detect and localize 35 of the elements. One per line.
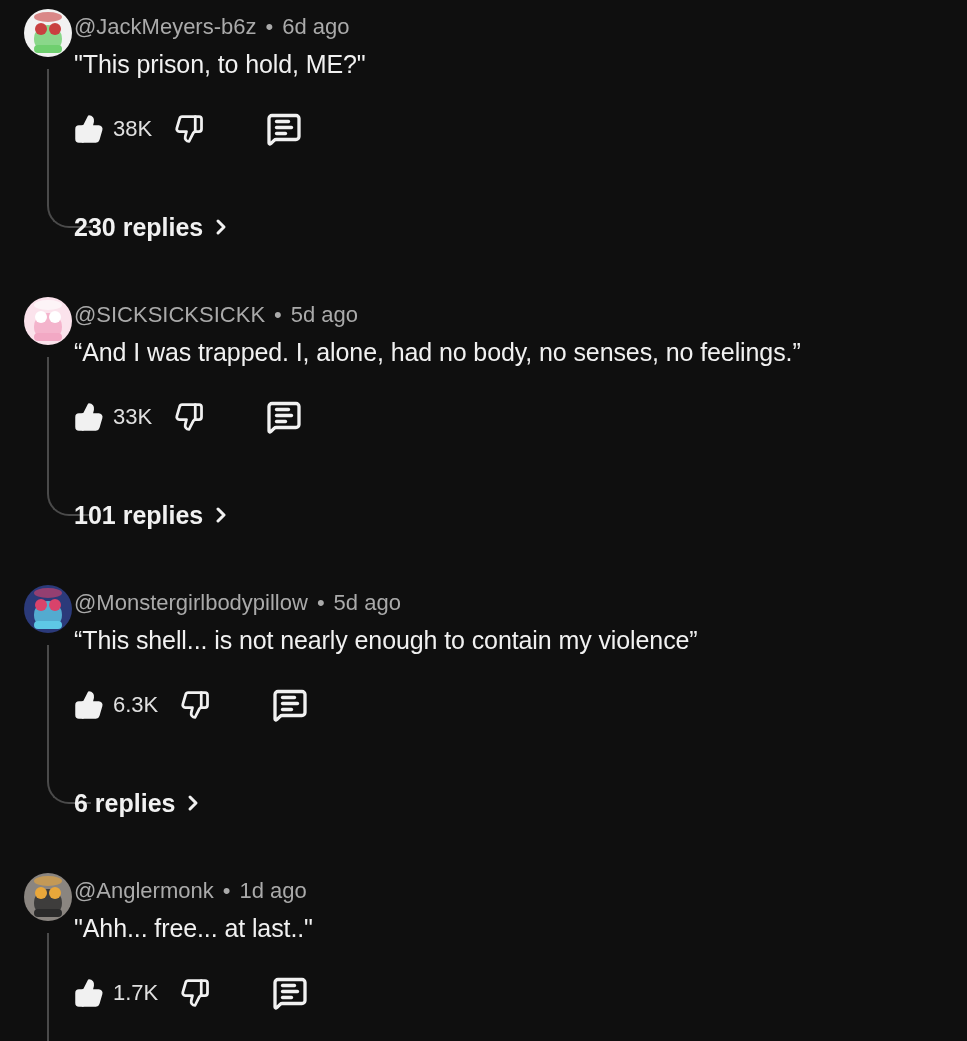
like-count: 1.7K bbox=[113, 980, 159, 1006]
comment-time: 6d ago bbox=[282, 14, 350, 40]
like-button[interactable] bbox=[74, 114, 104, 144]
reply-button[interactable] bbox=[266, 399, 303, 435]
comment-text: “This shell... is not nearly enough to contain my violence” bbox=[74, 624, 699, 656]
like-count: 38K bbox=[113, 116, 153, 142]
comment-author[interactable]: @JackMeyers-b6z bbox=[74, 14, 257, 40]
separator-dot: • bbox=[265, 14, 274, 40]
comment-time: 5d ago bbox=[333, 590, 401, 616]
comment-text: "This prison, to hold, ME?" bbox=[74, 48, 367, 80]
dislike-button[interactable] bbox=[180, 690, 211, 720]
separator-dot: • bbox=[274, 302, 282, 328]
separator-dot: • bbox=[316, 590, 325, 616]
comment-author[interactable]: @SICKSICKSICKK bbox=[74, 302, 266, 328]
reply-button[interactable] bbox=[272, 975, 309, 1011]
dislike-button[interactable] bbox=[174, 114, 205, 144]
comment-text: “And I was trapped. I, alone, had no body, no senses, no feelings.” bbox=[74, 336, 802, 368]
like-button[interactable] bbox=[74, 978, 104, 1008]
like-button[interactable] bbox=[74, 402, 104, 432]
like-button[interactable] bbox=[74, 690, 104, 720]
comment-time: 5d ago bbox=[290, 302, 359, 328]
dislike-button[interactable] bbox=[180, 978, 211, 1008]
dislike-button[interactable] bbox=[174, 402, 205, 432]
replies-link[interactable]: 230 replies bbox=[74, 207, 234, 247]
comment-author[interactable]: @Monstergirlbodypillow bbox=[74, 590, 308, 616]
reply-button[interactable] bbox=[272, 687, 309, 723]
separator-dot: • bbox=[222, 878, 231, 904]
replies-link[interactable]: 101 replies bbox=[74, 495, 234, 535]
comment-author[interactable]: @Anglermonk bbox=[74, 878, 214, 904]
replies-link[interactable]: 6 replies bbox=[74, 783, 206, 823]
reply-button[interactable] bbox=[266, 111, 303, 147]
comment-text: "Ahh... free... at last.." bbox=[74, 912, 314, 944]
like-count: 33K bbox=[113, 404, 153, 430]
comment-time: 1d ago bbox=[239, 878, 307, 904]
like-count: 6.3K bbox=[113, 692, 159, 718]
